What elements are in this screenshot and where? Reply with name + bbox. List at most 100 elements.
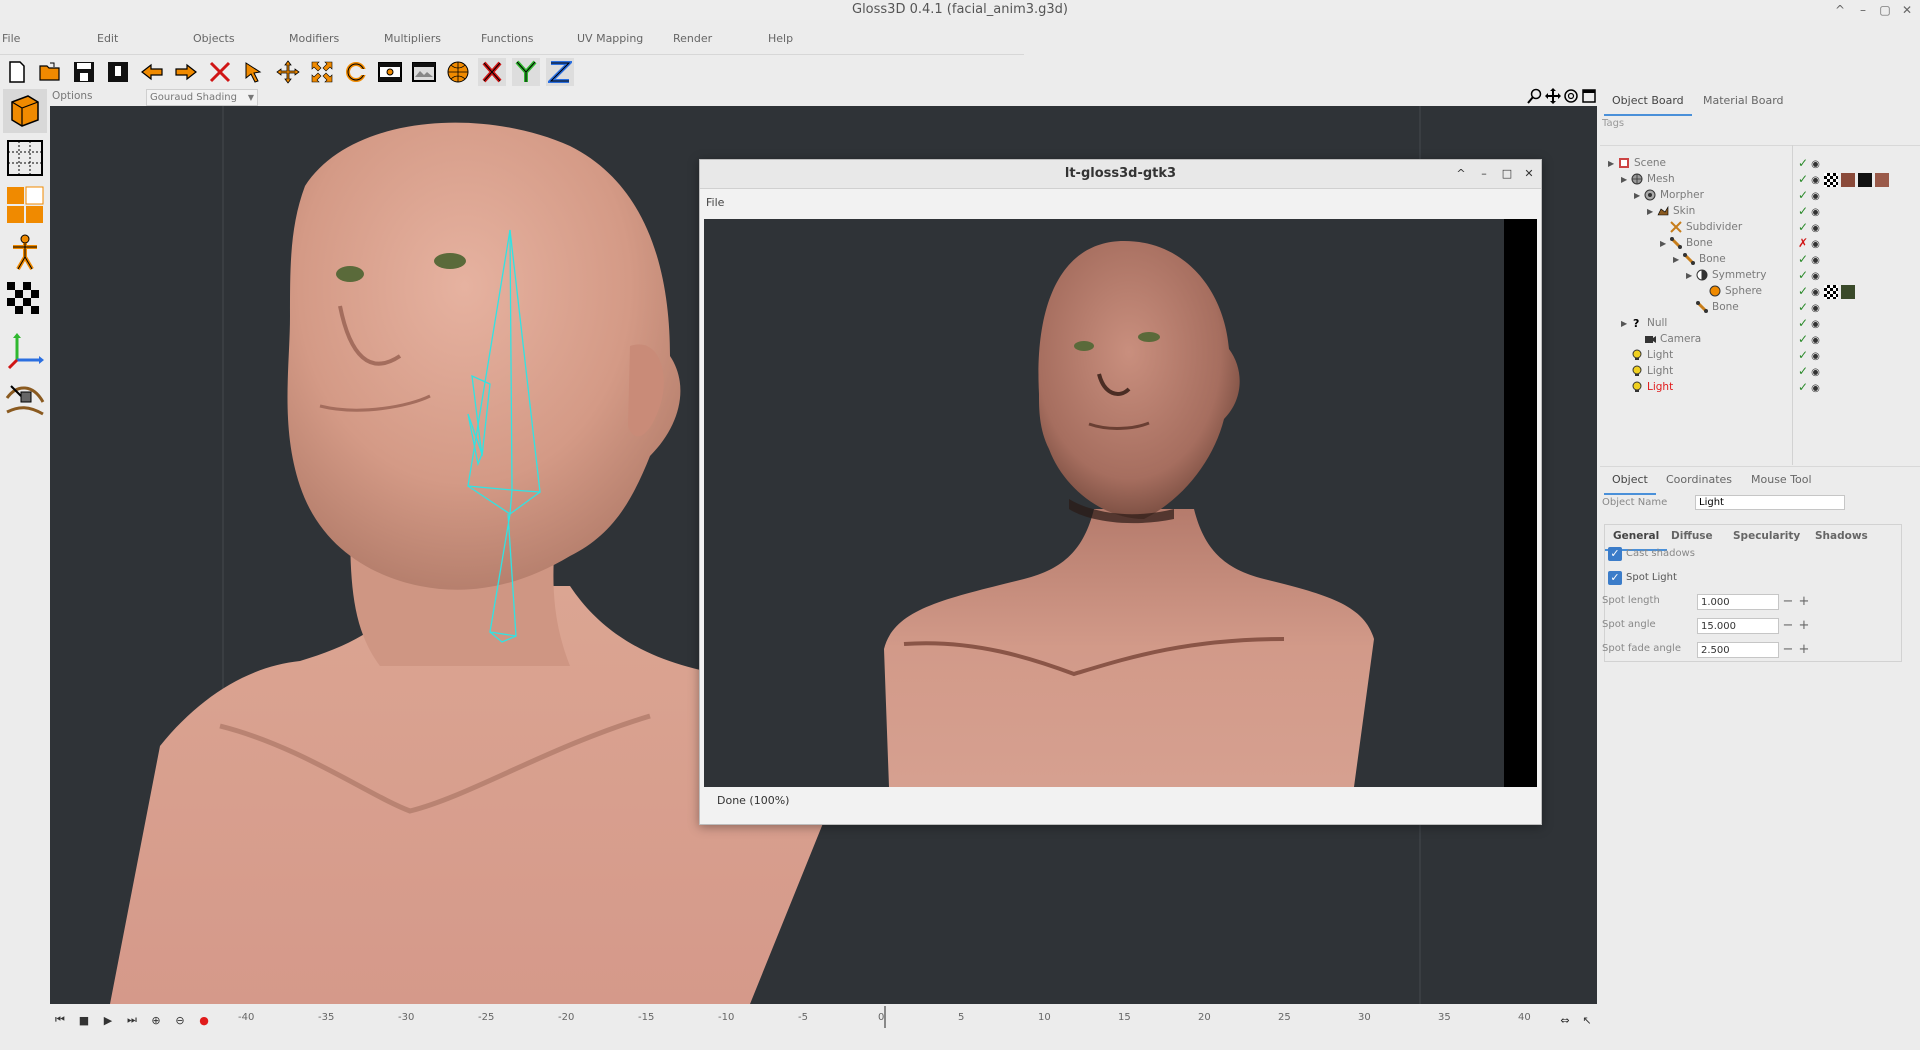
enabled-check-icon[interactable]: ✓: [1798, 316, 1808, 330]
subtab-shadows[interactable]: Shadows: [1807, 523, 1876, 549]
window-close-button[interactable]: ✕: [1897, 0, 1917, 20]
window-maximize-button[interactable]: ▢: [1875, 0, 1895, 20]
tree-item-null[interactable]: ▶? Null: [1621, 315, 1667, 331]
tab-material-board[interactable]: Material Board: [1695, 88, 1792, 114]
z-axis-icon[interactable]: [546, 58, 574, 86]
sphere-render-icon[interactable]: [444, 58, 472, 86]
tab-object[interactable]: Object: [1604, 467, 1656, 495]
enabled-check-icon[interactable]: ✓: [1798, 156, 1808, 170]
tree-item-bone[interactable]: ▶ Bone: [1673, 251, 1726, 267]
tree-item-light[interactable]: Light: [1621, 379, 1673, 395]
enabled-check-icon[interactable]: ✓: [1798, 172, 1808, 186]
enabled-check-icon[interactable]: ✓: [1798, 380, 1808, 394]
render-window-collapse-button[interactable]: ^: [1452, 165, 1470, 183]
zoom-out-timeline-icon[interactable]: ⊖: [170, 1010, 190, 1030]
vertex-mode-icon[interactable]: [3, 136, 47, 180]
timeline-scroll-icon[interactable]: ⇔: [1555, 1010, 1575, 1030]
tree-item-subdivider[interactable]: Subdivider: [1660, 219, 1742, 235]
tab-mouse-tool[interactable]: Mouse Tool: [1743, 467, 1820, 493]
dark-texture-icon[interactable]: [1857, 173, 1872, 187]
spot-fade-angle-input[interactable]: 2.500: [1697, 642, 1779, 658]
tree-item-morpher[interactable]: ▶ Morpher: [1634, 187, 1704, 203]
enabled-check-icon[interactable]: ✓: [1798, 284, 1808, 298]
spot-angle-input[interactable]: 15.000: [1697, 618, 1779, 634]
visibility-eye-icon[interactable]: ◉: [1811, 255, 1820, 266]
menu-uv-mapping[interactable]: UV Mapping: [577, 28, 643, 50]
enabled-check-icon[interactable]: ✓: [1798, 204, 1808, 218]
enabled-check-icon[interactable]: ✓: [1798, 220, 1808, 234]
save-as-icon[interactable]: [104, 58, 132, 86]
disabled-x-icon[interactable]: ✗: [1798, 236, 1808, 250]
x-axis-icon[interactable]: [478, 58, 506, 86]
redo-icon[interactable]: [172, 58, 200, 86]
expander-arrow-icon[interactable]: ▶: [1608, 156, 1618, 172]
tree-item-bone[interactable]: ▶ Bone: [1660, 235, 1713, 251]
menu-edit[interactable]: Edit: [97, 28, 118, 50]
subtab-specularity[interactable]: Specularity: [1725, 523, 1808, 549]
enabled-check-icon[interactable]: ✓: [1798, 348, 1808, 362]
visibility-eye-icon[interactable]: ◉: [1811, 287, 1820, 298]
enabled-check-icon[interactable]: ✓: [1798, 268, 1808, 282]
visibility-eye-icon[interactable]: ◉: [1811, 319, 1820, 330]
move-tool-icon[interactable]: [274, 58, 302, 86]
menu-objects[interactable]: Objects: [193, 28, 235, 50]
menu-file[interactable]: File: [2, 28, 20, 50]
new-file-icon[interactable]: [3, 58, 31, 86]
expander-arrow-icon[interactable]: ▶: [1621, 172, 1631, 188]
enabled-check-icon[interactable]: ✓: [1798, 252, 1808, 266]
stop-button[interactable]: ■: [74, 1010, 94, 1030]
object-mode-icon[interactable]: [3, 89, 47, 133]
play-button[interactable]: ▶: [98, 1010, 118, 1030]
tree-item-skin[interactable]: ▶ Skin: [1647, 203, 1695, 219]
visibility-eye-icon[interactable]: ◉: [1811, 223, 1820, 234]
menu-functions[interactable]: Functions: [481, 28, 534, 50]
visibility-eye-icon[interactable]: ◉: [1811, 367, 1820, 378]
visibility-eye-icon[interactable]: ◉: [1811, 383, 1820, 394]
spot-light-checkbox[interactable]: ✓: [1608, 571, 1622, 585]
subtab-diffuse[interactable]: Diffuse: [1663, 523, 1721, 549]
axis-mode-icon[interactable]: [3, 328, 47, 372]
cast-shadows-checkbox[interactable]: ✓: [1608, 547, 1622, 561]
y-axis-icon[interactable]: [512, 58, 540, 86]
pan-view-icon[interactable]: [1545, 88, 1561, 104]
scale-tool-icon[interactable]: [308, 58, 336, 86]
zoom-in-timeline-icon[interactable]: ⊕: [146, 1010, 166, 1030]
tree-item-light[interactable]: Light: [1621, 347, 1673, 363]
spot-length-decrement-button[interactable]: −: [1781, 595, 1795, 609]
tab-coordinates[interactable]: Coordinates: [1658, 467, 1740, 493]
tree-item-light[interactable]: Light: [1621, 363, 1673, 379]
render-window-minimize-button[interactable]: –: [1475, 165, 1493, 183]
visibility-eye-icon[interactable]: ◉: [1811, 207, 1820, 218]
tree-item-sphere[interactable]: Sphere: [1699, 283, 1762, 299]
tree-item-scene[interactable]: ▶ Scene: [1608, 155, 1666, 171]
visibility-eye-icon[interactable]: ◉: [1811, 191, 1820, 202]
shading-dropdown[interactable]: Gouraud Shading ▼: [146, 89, 258, 106]
expander-arrow-icon[interactable]: ▶: [1634, 188, 1644, 204]
visibility-eye-icon[interactable]: ◉: [1811, 159, 1820, 170]
menu-multipliers[interactable]: Multipliers: [384, 28, 441, 50]
menu-help[interactable]: Help: [768, 28, 793, 50]
last-frame-button[interactable]: ⏭: [122, 1010, 142, 1030]
visibility-eye-icon[interactable]: ◉: [1811, 175, 1820, 186]
zoom-view-icon[interactable]: [1527, 88, 1543, 104]
open-folder-icon[interactable]: [36, 58, 64, 86]
skin-mode-icon[interactable]: [3, 231, 47, 275]
face-mode-icon[interactable]: [3, 183, 47, 227]
tree-item-bone[interactable]: Bone: [1686, 299, 1739, 315]
window-minimize-up-icon[interactable]: ^: [1830, 0, 1850, 20]
window-minimize-button[interactable]: –: [1853, 0, 1873, 20]
visibility-eye-icon[interactable]: ◉: [1811, 239, 1820, 250]
enabled-check-icon[interactable]: ✓: [1798, 188, 1808, 202]
pick-tool-icon[interactable]: [240, 58, 268, 86]
visibility-eye-icon[interactable]: ◉: [1811, 335, 1820, 346]
checker-texture-icon[interactable]: [1823, 285, 1838, 299]
object-name-input[interactable]: [1695, 495, 1845, 510]
record-button[interactable]: ●: [194, 1010, 214, 1030]
expander-arrow-icon[interactable]: ▶: [1686, 268, 1696, 284]
spot-angle-decrement-button[interactable]: −: [1781, 619, 1795, 633]
visibility-eye-icon[interactable]: ◉: [1811, 303, 1820, 314]
skin-texture-icon[interactable]: [1874, 173, 1889, 187]
uv-mode-icon[interactable]: [3, 278, 47, 322]
undo-icon[interactable]: [138, 58, 166, 86]
checker-texture-icon[interactable]: [1823, 173, 1838, 187]
